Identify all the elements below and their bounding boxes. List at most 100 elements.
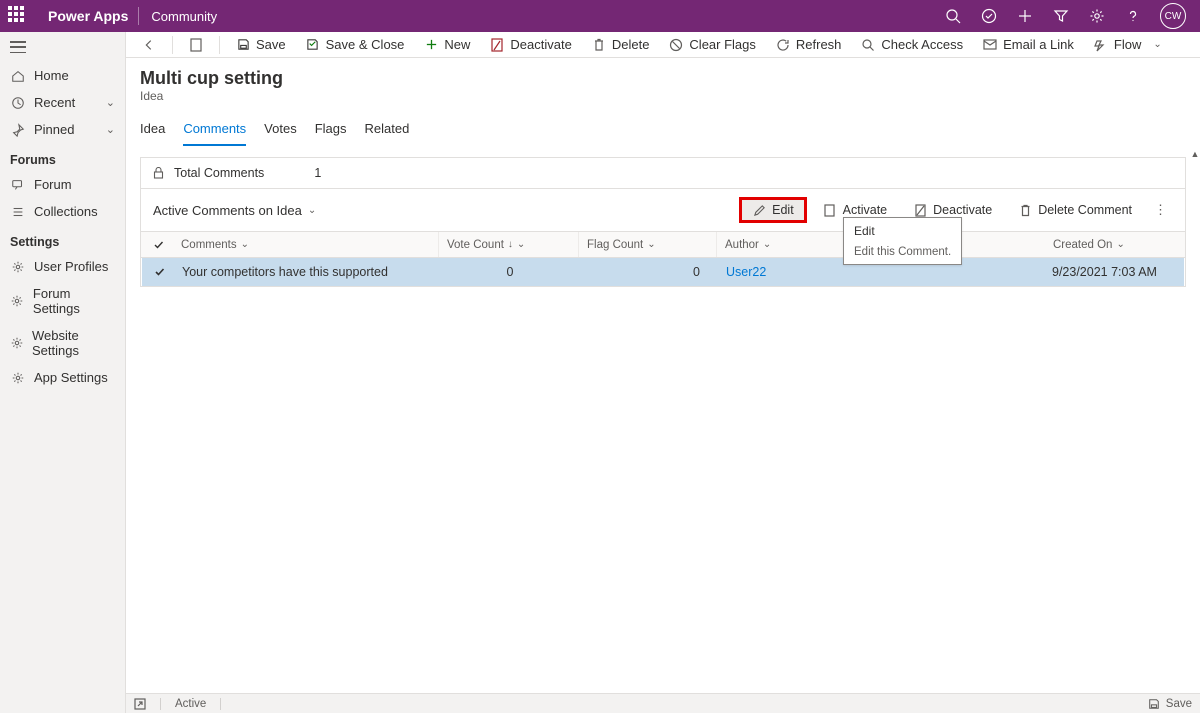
deactivate-label: Deactivate xyxy=(510,37,571,52)
chevron-down-icon: ⌄ xyxy=(763,239,771,250)
deactivate-icon xyxy=(913,203,927,217)
clear-flags-button[interactable]: Clear Flags xyxy=(661,33,763,56)
nav-app-settings[interactable]: App Settings xyxy=(0,364,125,391)
nav-forum-settings[interactable]: Forum Settings xyxy=(0,280,125,322)
nav-forum-settings-label: Forum Settings xyxy=(33,286,115,316)
cell-comment: Your competitors have this supported xyxy=(174,265,440,279)
pin-icon xyxy=(10,123,26,137)
new-label: New xyxy=(444,37,470,52)
delete-button[interactable]: Delete xyxy=(584,33,658,56)
add-icon[interactable] xyxy=(1016,7,1034,25)
col-vote-label: Vote Count xyxy=(447,239,504,251)
delete-comment-label: Delete Comment xyxy=(1038,203,1132,217)
settings-gear-icon[interactable] xyxy=(1088,7,1106,25)
nav-collections[interactable]: Collections xyxy=(0,198,125,225)
deactivate-button[interactable]: Deactivate xyxy=(482,33,579,56)
edit-label: Edit xyxy=(772,203,794,217)
deactivate-icon xyxy=(490,38,504,52)
form-selector-button[interactable] xyxy=(181,34,211,56)
select-all-checkbox[interactable] xyxy=(141,232,173,257)
total-comments-label: Total Comments xyxy=(174,166,264,180)
chevron-down-icon: ⌄ xyxy=(106,123,115,136)
vertical-scrollbar[interactable]: ▲ xyxy=(1190,147,1200,683)
save-label: Save xyxy=(256,37,286,52)
clear-flags-icon xyxy=(669,38,683,52)
delete-comment-button[interactable]: Delete Comment xyxy=(1008,198,1142,222)
col-created-on[interactable]: Created On⌄ xyxy=(1045,232,1185,257)
email-link-button[interactable]: Email a Link xyxy=(975,33,1082,56)
nav-website-settings[interactable]: Website Settings xyxy=(0,322,125,364)
page-title: Multi cup setting xyxy=(140,68,1186,89)
list-icon xyxy=(10,205,26,219)
help-icon[interactable] xyxy=(1124,7,1142,25)
flow-label: Flow xyxy=(1114,37,1141,52)
nav-home-label: Home xyxy=(34,68,69,83)
col-author[interactable]: Author ⌄ xyxy=(717,232,857,257)
task-check-icon[interactable] xyxy=(980,7,998,25)
col-comments[interactable]: Comments⌄ xyxy=(173,232,439,257)
save-close-button[interactable]: Save & Close xyxy=(298,33,413,56)
scroll-up-icon: ▲ xyxy=(1191,147,1200,161)
save-button[interactable]: Save xyxy=(228,33,294,56)
refresh-button[interactable]: Refresh xyxy=(768,33,850,56)
gear-icon xyxy=(10,260,26,274)
view-title: Active Comments on Idea xyxy=(153,203,302,218)
tab-votes[interactable]: Votes xyxy=(264,115,297,146)
cell-flag: 0 xyxy=(580,265,718,279)
tooltip-description: Edit this Comment. xyxy=(854,246,951,258)
more-commands-button[interactable]: ⋮ xyxy=(1148,198,1173,222)
author-link[interactable]: User22 xyxy=(726,265,766,279)
tab-flags[interactable]: Flags xyxy=(315,115,347,146)
col-author-label: Author xyxy=(725,239,759,251)
nav-home[interactable]: Home xyxy=(0,62,125,89)
search-icon[interactable] xyxy=(944,7,962,25)
check-access-button[interactable]: Check Access xyxy=(853,33,971,56)
tab-idea[interactable]: Idea xyxy=(140,115,165,146)
save-footer-label[interactable]: Save xyxy=(1166,698,1192,710)
email-icon xyxy=(983,38,997,52)
clock-icon xyxy=(10,96,26,110)
nav-forum[interactable]: Forum xyxy=(0,171,125,198)
trash-icon xyxy=(592,38,606,52)
flow-icon xyxy=(1094,38,1108,52)
row-selected-check[interactable] xyxy=(142,266,174,278)
view-selector[interactable]: Active Comments on Idea ⌄ xyxy=(153,203,316,218)
nav-website-settings-label: Website Settings xyxy=(32,328,115,358)
save-footer-icon[interactable] xyxy=(1148,698,1160,710)
nav-pinned-label: Pinned xyxy=(34,122,74,137)
deactivate-grid-label: Deactivate xyxy=(933,203,992,217)
separator xyxy=(172,36,173,54)
global-header: Power Apps Community CW xyxy=(0,0,1200,32)
lock-icon xyxy=(153,167,164,179)
edit-button[interactable]: Edit xyxy=(739,197,807,223)
tab-related[interactable]: Related xyxy=(365,115,410,146)
command-bar: Save Save & Close New Deactivate Delete … xyxy=(126,32,1200,58)
gear-icon xyxy=(10,336,24,350)
new-button[interactable]: New xyxy=(416,33,478,56)
brand-label: Power Apps xyxy=(38,8,138,24)
back-button[interactable] xyxy=(134,34,164,56)
environment-label[interactable]: Community xyxy=(139,9,229,24)
save-close-icon xyxy=(306,38,320,52)
col-created-label: Created On xyxy=(1053,239,1112,251)
flow-button[interactable]: Flow⌄ xyxy=(1086,33,1170,56)
nav-recent[interactable]: Recent ⌄ xyxy=(0,89,125,116)
nav-user-profiles[interactable]: User Profiles xyxy=(0,253,125,280)
grid-header: Comments⌄ Vote Count ↓ ⌄ Flag Count⌄ Aut… xyxy=(141,232,1185,258)
page-subtitle: Idea xyxy=(140,89,1186,103)
user-avatar[interactable]: CW xyxy=(1160,3,1186,29)
app-launcher-icon[interactable] xyxy=(8,6,28,26)
edit-tooltip: Edit Edit this Comment. xyxy=(843,217,962,265)
col-vote-count[interactable]: Vote Count ↓ ⌄ xyxy=(439,232,579,257)
nav-collapse-icon[interactable] xyxy=(10,41,26,53)
cell-created: 9/23/2021 7:03 AM xyxy=(1044,265,1184,279)
popout-icon[interactable] xyxy=(134,698,146,710)
table-row[interactable]: Your competitors have this supported 0 0… xyxy=(142,258,1184,286)
tab-comments[interactable]: Comments xyxy=(183,115,246,146)
nav-pinned[interactable]: Pinned ⌄ xyxy=(0,116,125,143)
nav-app-settings-label: App Settings xyxy=(34,370,108,385)
col-flag-count[interactable]: Flag Count⌄ xyxy=(579,232,717,257)
nav-recent-label: Recent xyxy=(34,95,75,110)
filter-icon[interactable] xyxy=(1052,7,1070,25)
chevron-down-icon: ⌄ xyxy=(106,96,115,109)
